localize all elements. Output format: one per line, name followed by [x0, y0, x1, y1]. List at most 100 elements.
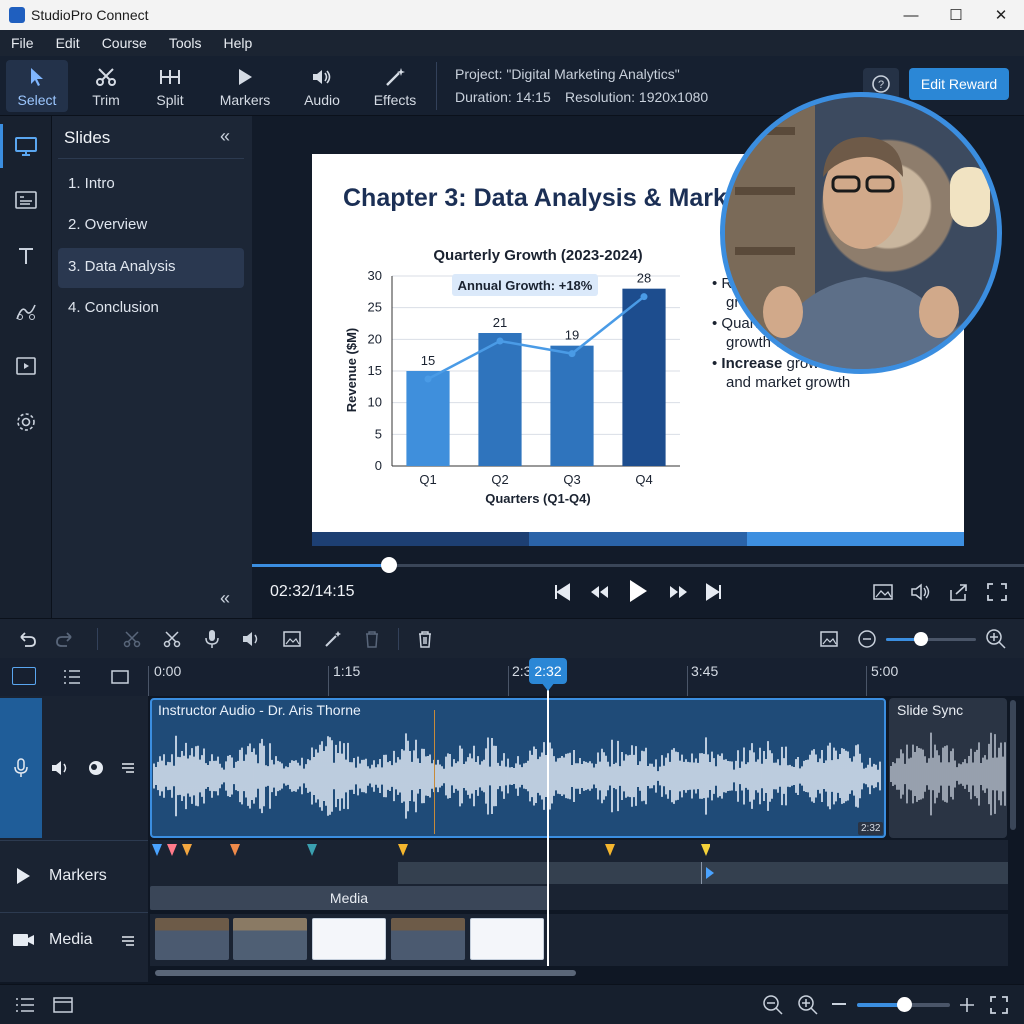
video-camera-icon[interactable]	[12, 931, 36, 949]
zoom-minus-icon[interactable]	[832, 1003, 846, 1005]
delete-button-disabled[interactable]	[357, 619, 387, 659]
zoom-in-icon[interactable]	[797, 994, 819, 1016]
skip-forward-icon[interactable]	[704, 582, 724, 602]
slides-panel-title: Slides	[64, 128, 111, 147]
scrub-handle[interactable]	[381, 557, 398, 573]
image-icon[interactable]	[872, 582, 894, 602]
panel-layout-icon[interactable]	[52, 995, 74, 1015]
slide-item-data-analysis[interactable]: 3. Data Analysis	[58, 248, 244, 288]
media-thumbnail-presenter[interactable]	[233, 918, 307, 960]
menu-course[interactable]: Course	[102, 35, 147, 51]
media-thumbnail-presenter[interactable]	[391, 918, 465, 960]
media-thumbnail-chart[interactable]	[470, 918, 544, 960]
list-icon[interactable]	[62, 668, 82, 686]
ruler-label: 0:00	[154, 663, 182, 679]
marker-flag	[398, 844, 408, 856]
marker-play-icon[interactable]	[704, 866, 716, 880]
slide-sync-clip[interactable]: Slide Sync	[889, 698, 1007, 838]
select-tool-button[interactable]: Select	[6, 60, 68, 112]
minus-circle-icon	[858, 630, 876, 648]
menu-tools[interactable]: Tools	[169, 35, 202, 51]
audio-tool-button[interactable]: Audio	[291, 60, 353, 112]
vertical-scrollbar[interactable]	[1010, 700, 1016, 830]
trim-button[interactable]	[157, 619, 187, 659]
marker-flag	[182, 844, 192, 856]
effects-tool-button[interactable]: Effects	[364, 60, 426, 112]
play-icon[interactable]	[626, 578, 650, 604]
rewind-icon[interactable]	[588, 582, 612, 602]
rail-settings-button[interactable]	[0, 400, 52, 444]
cut-button[interactable]	[117, 619, 147, 659]
thumbnail-view-button[interactable]	[814, 619, 844, 659]
share-icon[interactable]	[948, 582, 970, 602]
volume-icon[interactable]	[910, 582, 932, 602]
markers-tool-button[interactable]: Markers	[214, 60, 276, 112]
media-thumbnail-slide[interactable]	[312, 918, 386, 960]
collapse-bottom-icon[interactable]: «	[220, 588, 230, 609]
zoom-slider-handle[interactable]	[896, 997, 912, 1012]
close-window-button[interactable]: ✕	[978, 0, 1024, 30]
trim-tool-button[interactable]: Trim	[75, 60, 137, 112]
audio-clip[interactable]: Instructor Audio - Dr. Aris Thorne 2:32	[150, 698, 886, 838]
webcam-overlay[interactable]	[720, 92, 1002, 374]
split-tool-button[interactable]: Split	[139, 60, 201, 112]
rail-slides-button[interactable]	[0, 124, 52, 168]
maximize-button[interactable]: ☐	[933, 0, 979, 30]
microphone-icon[interactable]	[13, 758, 29, 778]
current-time: 02:32	[270, 583, 311, 600]
image-button[interactable]	[277, 619, 307, 659]
toolbar-divider	[398, 628, 399, 650]
gear-icon	[17, 413, 35, 431]
skip-back-icon[interactable]	[552, 582, 572, 602]
slide-item-overview[interactable]: 2. Overview	[58, 206, 244, 246]
record-audio-button[interactable]	[197, 619, 227, 659]
audio-effects-icon[interactable]	[86, 758, 106, 778]
rail-media-button[interactable]	[0, 344, 52, 388]
ruler-tick	[687, 666, 688, 696]
menu-help[interactable]: Help	[224, 35, 253, 51]
track-menu-icon[interactable]	[120, 760, 136, 776]
x-tick-label: Q1	[419, 472, 436, 487]
shapes-icon	[16, 304, 36, 320]
horizontal-scrollbar[interactable]	[155, 970, 576, 976]
rail-text-button[interactable]	[0, 234, 52, 278]
snap-toggle-icon[interactable]	[12, 667, 36, 685]
speaker-icon[interactable]	[50, 759, 72, 777]
zoom-in-button[interactable]	[981, 619, 1011, 659]
bar-q4	[622, 288, 666, 466]
markers-track-label: Markers	[49, 867, 107, 884]
collapse-panel-icon[interactable]: «	[220, 126, 230, 147]
timeline-ruler[interactable]: 0:00 1:15 2:3 3:45 5:00 2:32	[0, 658, 1024, 696]
rail-content-button[interactable]	[0, 178, 52, 222]
fullscreen-icon[interactable]	[986, 582, 1008, 602]
playhead-time-label[interactable]: 2:32	[529, 658, 567, 684]
slide-item-conclusion[interactable]: 4. Conclusion	[58, 289, 244, 329]
delete-button[interactable]	[410, 619, 440, 659]
timeline-zoom-handle[interactable]	[914, 632, 928, 646]
media-bar[interactable]: Media	[150, 886, 548, 910]
fit-to-screen-icon[interactable]	[989, 995, 1009, 1015]
edit-reward-button[interactable]: Edit Reward	[909, 68, 1009, 100]
play-icon[interactable]	[14, 866, 32, 886]
zoom-out-button[interactable]	[852, 619, 882, 659]
zoom-out-icon[interactable]	[762, 994, 784, 1016]
zoom-plus-icon[interactable]	[958, 996, 976, 1014]
caption-icon[interactable]	[110, 668, 130, 686]
minimize-button[interactable]: —	[888, 0, 934, 30]
audio-button[interactable]	[237, 619, 267, 659]
playhead-line[interactable]	[547, 684, 549, 966]
media-thumbnail-presenter[interactable]	[155, 918, 229, 960]
menu-file[interactable]: File	[11, 35, 34, 51]
menu-edit[interactable]: Edit	[56, 35, 80, 51]
waveform-path	[153, 733, 881, 819]
cursor-icon	[31, 68, 43, 86]
rail-shapes-button[interactable]	[0, 290, 52, 334]
track-menu-icon[interactable]	[120, 933, 136, 949]
list-icon[interactable]	[14, 995, 36, 1015]
slide-item-intro[interactable]: 1. Intro	[58, 165, 244, 205]
effects-button[interactable]	[318, 619, 348, 659]
markers-track[interactable]: Media	[150, 840, 1008, 910]
undo-button[interactable]	[12, 619, 42, 659]
fast-forward-icon[interactable]	[666, 582, 690, 602]
redo-button[interactable]	[50, 619, 80, 659]
